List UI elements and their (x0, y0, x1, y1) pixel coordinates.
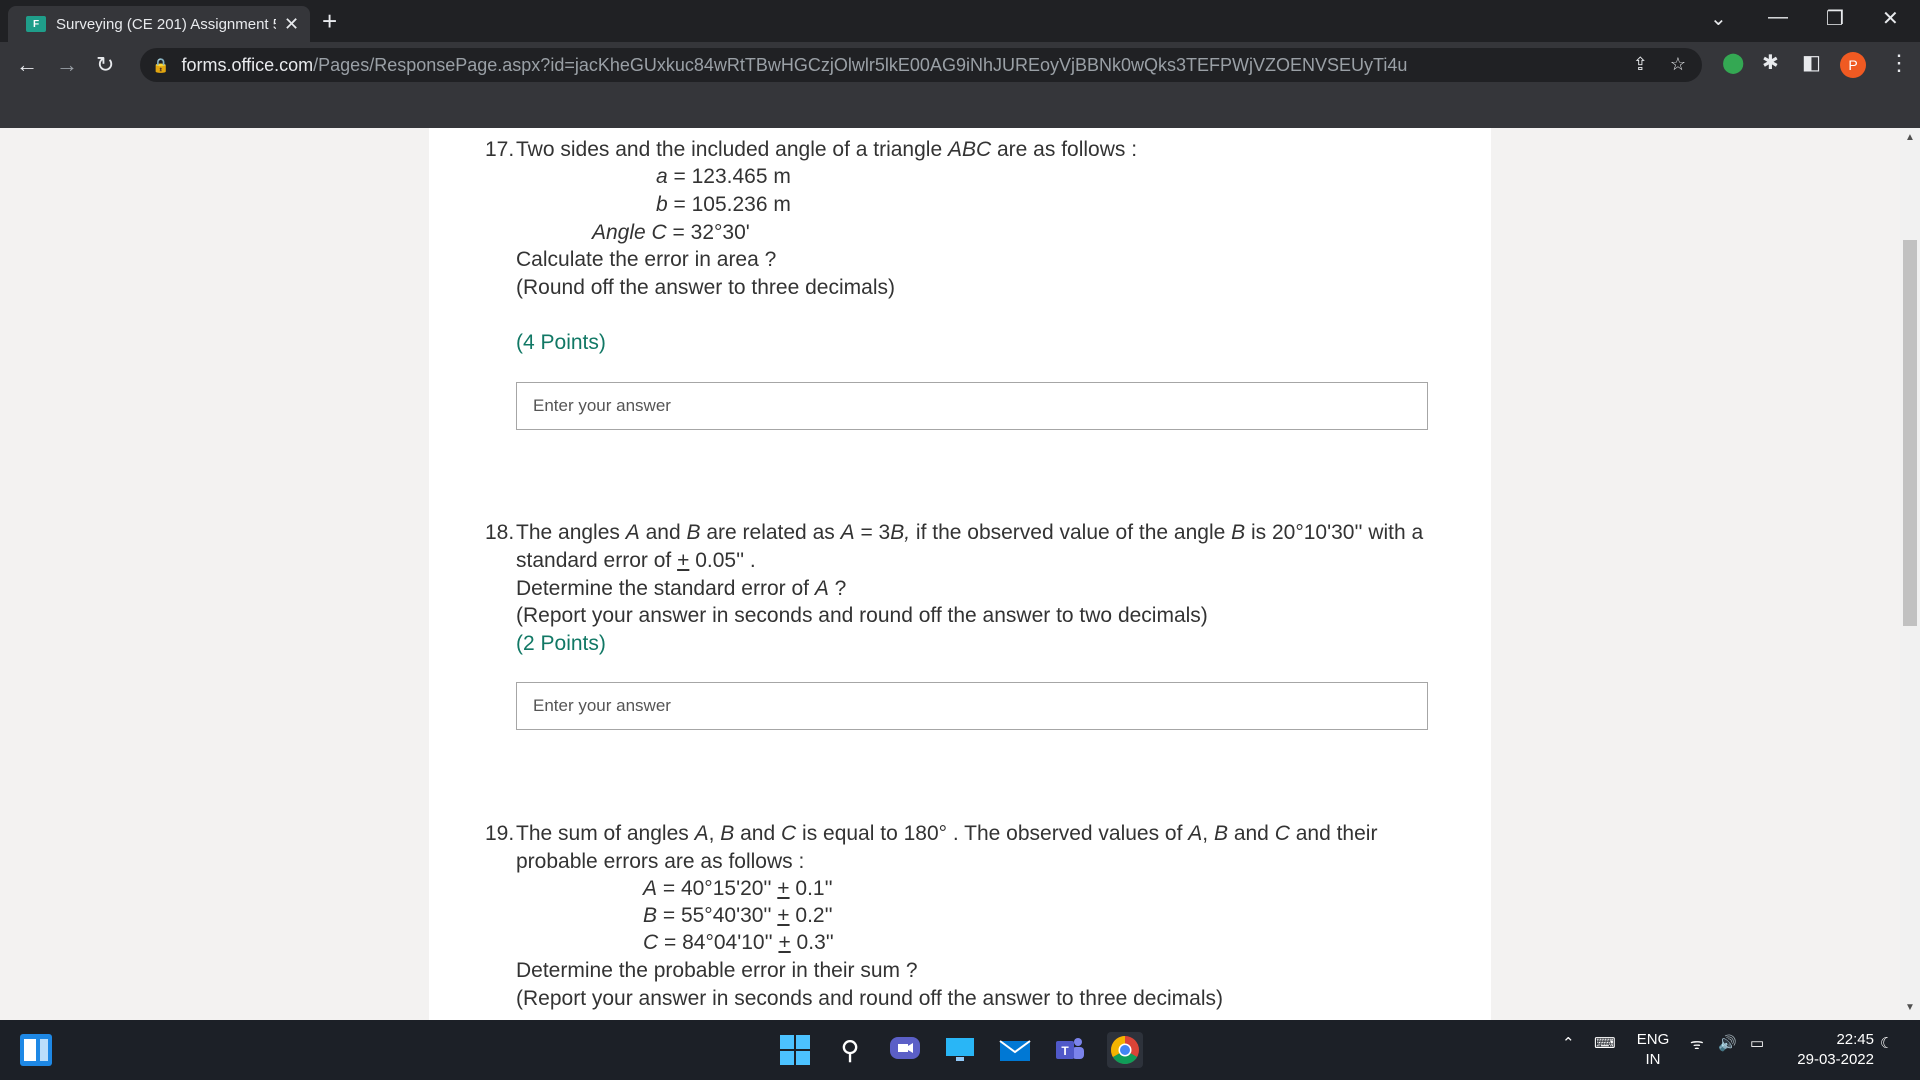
question-text: The sum of angles A, B and C is equal to… (516, 822, 1378, 845)
lock-icon: 🔒 (152, 56, 170, 73)
form-card: 17. Two sides and the included angle of … (429, 128, 1491, 1020)
start-windows-icon[interactable] (777, 1032, 813, 1068)
given-angle-a: A = 40°15'20'' + 0.1'' (643, 877, 833, 900)
mail-icon[interactable] (997, 1032, 1033, 1068)
browser-toolbar: ← → ↻ 🔒 forms.office.com/Pages/ResponseP… (0, 42, 1920, 88)
forms-favicon-icon: F (26, 16, 46, 32)
side-panel-icon[interactable]: ◧ (1802, 50, 1821, 75)
scrollbar-thumb[interactable] (1903, 240, 1917, 626)
chrome-icon[interactable] (1107, 1032, 1143, 1068)
close-tab-icon[interactable]: ✕ (284, 14, 299, 35)
page-viewport: 17. Two sides and the included angle of … (0, 128, 1920, 1020)
extensions-puzzle-icon[interactable]: ✱ (1762, 50, 1779, 75)
question-text-line2: standard error of + 0.05'' . (516, 549, 756, 572)
question-instruction: Determine the standard error of A ? (516, 577, 847, 600)
search-icon[interactable]: ⚲ (832, 1032, 868, 1068)
question-rounding-note: (Report your answer in seconds and round… (516, 604, 1208, 627)
teams-icon[interactable]: T (1052, 1032, 1088, 1068)
language-indicator[interactable]: ENG IN (1630, 1030, 1676, 1070)
scroll-down-arrow-icon[interactable]: ▼ (1905, 1002, 1915, 1013)
question-instruction: Determine the probable error in their su… (516, 959, 918, 982)
show-hidden-icons-chevron-icon[interactable]: ⌃ (1562, 1034, 1575, 1052)
reload-icon[interactable]: ↻ (96, 52, 114, 78)
address-bar[interactable]: 🔒 forms.office.com/Pages/ResponsePage.as… (140, 48, 1702, 82)
bookmark-bar (0, 88, 1920, 128)
given-angle-c: Angle C = 32°30' (592, 221, 750, 244)
profile-avatar[interactable]: P (1840, 52, 1866, 78)
given-b: b = 105.236 m (656, 193, 791, 216)
tab-search-icon[interactable]: ⌄ (1710, 6, 1727, 31)
given-a: a = 123.465 m (656, 165, 791, 188)
answer-input-18[interactable]: Enter your answer (516, 682, 1428, 730)
scroll-up-arrow-icon[interactable]: ▲ (1905, 132, 1915, 143)
url-host: forms.office.com (181, 54, 314, 75)
volume-icon[interactable]: 🔊 (1718, 1034, 1737, 1052)
widgets-icon[interactable] (20, 1034, 52, 1066)
svg-text:T: T (1061, 1044, 1069, 1058)
bookmark-star-icon[interactable]: ☆ (1670, 54, 1686, 75)
teams-chat-icon[interactable] (887, 1032, 923, 1068)
question-text: The angles A and B are related as A = 3B… (516, 521, 1424, 544)
question-points: (2 Points) (516, 632, 606, 655)
close-window-icon[interactable]: ✕ (1882, 6, 1899, 31)
forward-icon[interactable]: → (56, 52, 78, 78)
desktop-icon[interactable] (942, 1032, 978, 1068)
question-rounding-note: (Round off the answer to three decimals) (516, 276, 895, 299)
extension-icon[interactable]: ⬤ (1722, 50, 1744, 75)
clock[interactable]: 22:45 29-03-2022 (1780, 1030, 1874, 1070)
question-instruction: Calculate the error in area ? (516, 248, 777, 271)
question-number: 18. (485, 521, 515, 544)
new-tab-icon[interactable]: + (322, 6, 337, 37)
notifications-icon[interactable]: ☾ (1880, 1034, 1893, 1052)
given-angle-b: B = 55°40'30'' + 0.2'' (643, 904, 833, 927)
question-text-line2: probable errors are as follows : (516, 850, 805, 873)
question-number: 17. (485, 138, 515, 161)
keyboard-icon[interactable]: ⌨ (1594, 1034, 1616, 1052)
answer-input-17[interactable]: Enter your answer (516, 382, 1428, 430)
tab-title: Surveying (CE 201) Assignment 5 (56, 15, 276, 33)
share-icon[interactable]: ⇪ (1633, 54, 1648, 75)
browser-tab[interactable]: F Surveying (CE 201) Assignment 5 ✕ (8, 6, 310, 42)
browser-tab-strip: F Surveying (CE 201) Assignment 5 ✕ + ⌄ … (0, 0, 1920, 42)
battery-icon[interactable]: ▭ (1750, 1034, 1764, 1052)
back-icon[interactable]: ← (16, 52, 38, 78)
menu-dots-icon[interactable]: ⋮ (1888, 50, 1910, 76)
url-path: /Pages/ResponsePage.aspx?id=jacKheGUxkuc… (313, 54, 1408, 75)
question-number: 19. (485, 822, 515, 845)
question-text: Two sides and the included angle of a tr… (516, 138, 1138, 161)
question-points: (4 Points) (516, 331, 606, 354)
given-angle-c: C = 84°04'10'' + 0.3'' (643, 931, 834, 954)
wifi-icon[interactable]: ᯤ (1690, 1034, 1704, 1054)
question-rounding-note: (Report your answer in seconds and round… (516, 987, 1223, 1010)
windows-taskbar: ⚲ T ⌃ ⌨ ENG IN ᯤ 🔊 ▭ 22:45 29-03-2022 ☾ (0, 1020, 1920, 1080)
restore-icon[interactable]: ❐ (1826, 6, 1844, 31)
minimize-icon[interactable]: — (1768, 6, 1788, 29)
